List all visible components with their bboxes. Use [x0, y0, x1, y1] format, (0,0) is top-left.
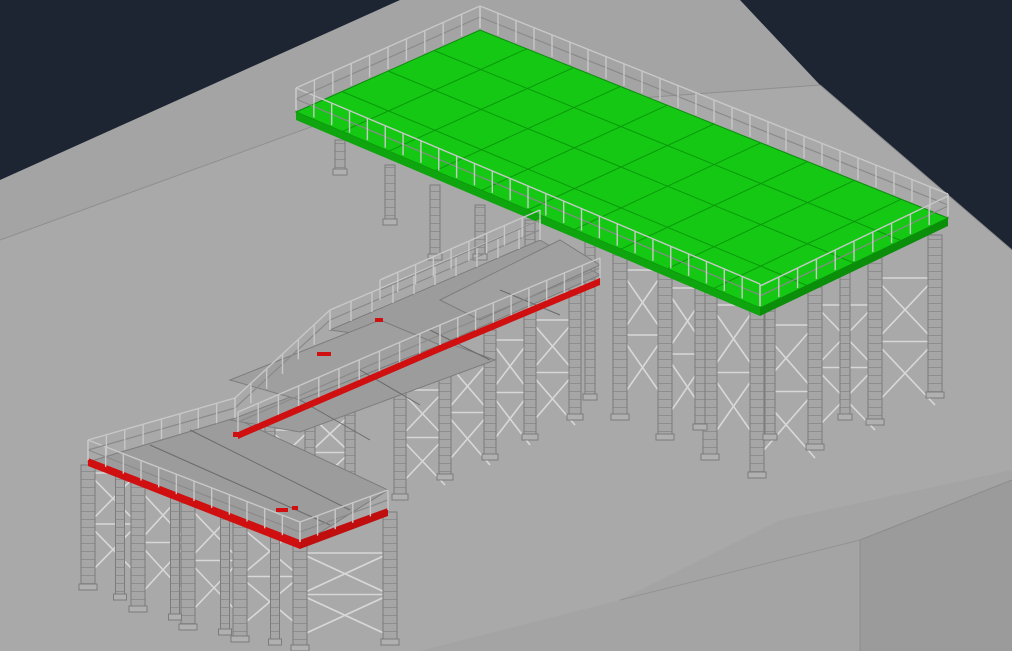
support-column: [839, 254, 851, 421]
column-footing: [521, 433, 539, 441]
support-column: [749, 304, 765, 479]
cad-3d-viewport[interactable]: [0, 0, 1012, 651]
column-footing: [762, 433, 778, 441]
column-footing: [700, 453, 720, 461]
support-column: [130, 479, 146, 613]
column-footing: [290, 644, 310, 651]
support-column: [568, 289, 582, 421]
column-footing: [218, 628, 232, 636]
column-footing: [178, 623, 198, 631]
support-column: [232, 517, 248, 643]
column-footing: [380, 638, 400, 646]
support-column: [523, 309, 537, 441]
column-footing: [168, 613, 182, 621]
support-column: [384, 164, 396, 226]
column-footing: [692, 423, 708, 431]
support-column: [115, 469, 125, 601]
support-column: [292, 544, 308, 651]
column-footing: [113, 593, 127, 601]
column-footing: [78, 583, 98, 591]
support-column: [483, 329, 497, 461]
support-column: [80, 464, 96, 591]
column-footing: [332, 168, 348, 176]
support-column: [429, 184, 441, 261]
support-column: [807, 284, 823, 451]
support-column: [927, 234, 943, 399]
red-marker: [375, 318, 383, 322]
column-footing: [230, 635, 250, 643]
column-footing: [582, 393, 598, 401]
column-footing: [805, 443, 825, 451]
support-column: [220, 504, 230, 636]
support-column: [867, 257, 883, 426]
support-column: [657, 267, 673, 441]
support-column: [382, 511, 398, 646]
column-footing: [382, 218, 398, 226]
red-marker: [233, 432, 243, 437]
column-footing: [427, 253, 443, 261]
red-marker: [276, 508, 288, 512]
pier-structure-model: [0, 0, 1012, 651]
column-footing: [837, 413, 853, 421]
column-footing: [566, 413, 584, 421]
column-footing: [655, 433, 675, 441]
column-footing: [472, 253, 488, 261]
support-column: [393, 379, 407, 501]
column-footing: [268, 638, 282, 646]
column-footing: [481, 453, 499, 461]
column-footing: [610, 413, 630, 421]
support-column: [180, 497, 196, 631]
red-marker: [317, 352, 331, 356]
support-column: [270, 524, 280, 646]
support-column: [612, 249, 628, 421]
column-footing: [747, 471, 767, 479]
column-footing: [128, 605, 148, 613]
column-footing: [925, 391, 945, 399]
column-footing: [865, 418, 885, 426]
column-footing: [436, 473, 454, 481]
support-column: [170, 487, 180, 621]
column-footing: [391, 493, 409, 501]
red-marker: [292, 506, 298, 510]
